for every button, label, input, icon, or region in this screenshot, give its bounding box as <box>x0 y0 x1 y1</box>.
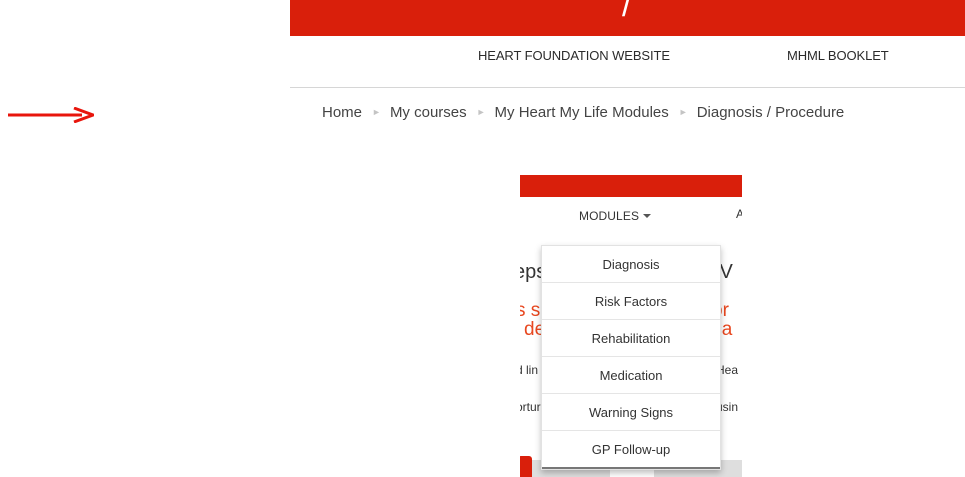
inner-header-banner <box>520 175 742 197</box>
breadcrumb-my-courses[interactable]: My courses <box>390 104 467 121</box>
body-fragment-left-2: ortur <box>520 400 541 414</box>
inner-screenshot: MODULES A eps OV s s or de ica d lin Hea… <box>520 175 742 477</box>
menu-item-diagnosis[interactable]: Diagnosis <box>542 246 720 283</box>
modules-menu-toggle[interactable]: MODULES <box>579 209 652 223</box>
breadcrumb-modules[interactable]: My Heart My Life Modules <box>495 104 669 121</box>
triangle-right-icon: ► <box>476 106 486 117</box>
caret-down-icon <box>643 214 652 218</box>
menu-item-risk-factors[interactable]: Risk Factors <box>542 283 720 320</box>
right-arrow-icon <box>8 107 94 123</box>
banner-text-fragment: / <box>622 0 632 24</box>
nav-item-fragment: A <box>736 207 742 221</box>
header-banner: / <box>290 0 965 36</box>
top-nav: HEART FOUNDATION WEBSITE MHML BOOKLET <box>290 36 965 88</box>
nav-mhml-booklet[interactable]: MHML BOOKLET <box>787 48 889 63</box>
menu-item-gp-follow-up[interactable]: GP Follow-up <box>542 431 720 469</box>
breadcrumb-home[interactable]: Home <box>322 104 362 121</box>
modules-label: MODULES <box>579 209 640 223</box>
modules-dropdown-menu: Diagnosis Risk Factors Rehabilitation Me… <box>541 245 721 470</box>
triangle-right-icon: ► <box>678 106 688 117</box>
number-badge-fragment <box>520 456 532 477</box>
nav-heart-foundation-website[interactable]: HEART FOUNDATION WEBSITE <box>478 48 670 63</box>
breadcrumb: Home ► My courses ► My Heart My Life Mod… <box>322 104 844 121</box>
body-fragment-left: d lin <box>520 363 539 377</box>
menu-item-medication[interactable]: Medication <box>542 357 720 394</box>
triangle-right-icon: ► <box>372 106 381 117</box>
breadcrumb-diagnosis-procedure[interactable]: Diagnosis / Procedure <box>697 104 845 121</box>
menu-item-rehabilitation[interactable]: Rehabilitation <box>542 320 720 357</box>
menu-item-warning-signs[interactable]: Warning Signs <box>542 394 720 431</box>
